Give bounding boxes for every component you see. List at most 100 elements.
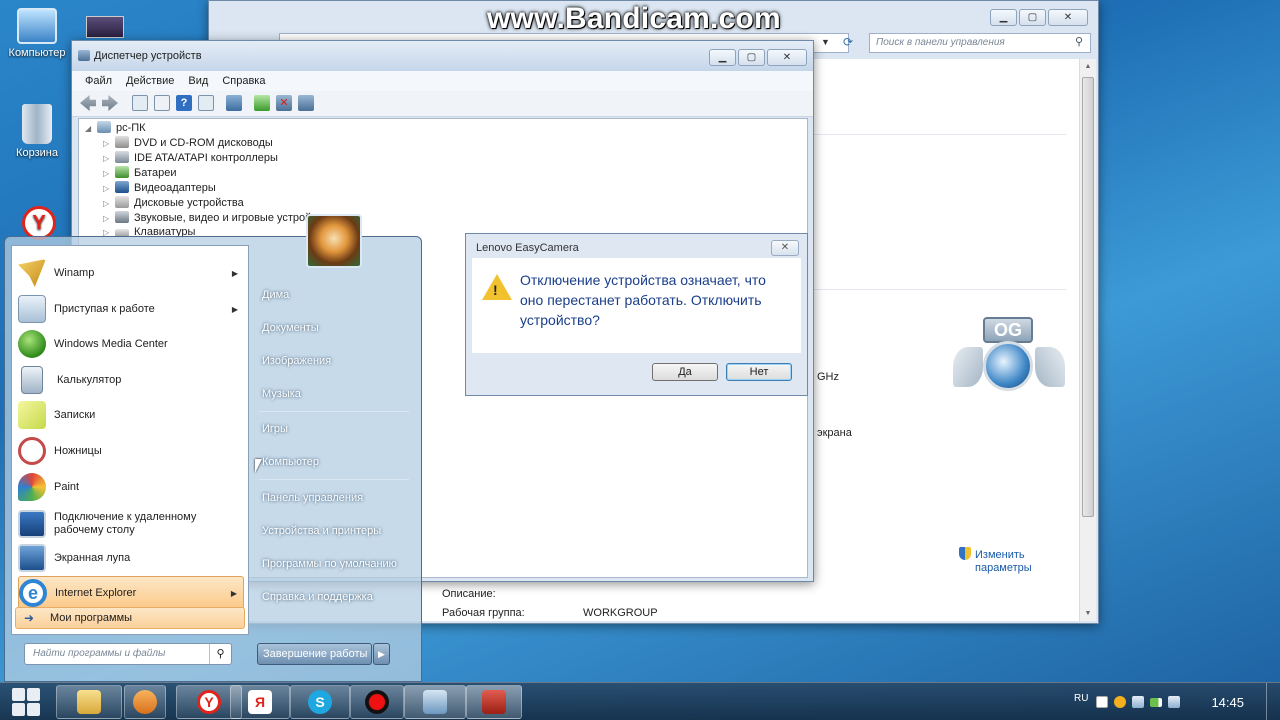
action-pane-icon[interactable] — [198, 95, 214, 111]
menu-file[interactable]: Файл — [78, 71, 119, 91]
update-driver-icon[interactable] — [254, 95, 270, 111]
maximize-button[interactable]: ▢ — [1019, 9, 1046, 26]
uninstall-icon[interactable]: ✕ — [276, 95, 292, 111]
expand-arrow-icon[interactable]: ▷ — [103, 139, 115, 148]
scroll-down-arrow[interactable]: ▼ — [1080, 610, 1096, 617]
menu-action[interactable]: Действие — [119, 71, 181, 91]
minimize-button[interactable]: ▁ — [709, 49, 736, 66]
tree-node[interactable]: ▷ DVD и CD-ROM дисководы — [103, 136, 273, 149]
taskbar-yandex[interactable]: Я — [230, 685, 290, 719]
scroll-thumb[interactable] — [1082, 77, 1094, 517]
place-computer[interactable]: Компьютер — [262, 456, 319, 468]
place-pictures[interactable]: Изображения — [262, 355, 331, 367]
place-default-programs[interactable]: Программы по умолчанию — [262, 558, 397, 570]
program-snipping-tool[interactable]: Ножницы — [18, 434, 244, 468]
place-devices-printers[interactable]: Устройства и принтеры — [262, 525, 381, 537]
place-control-panel[interactable]: Панель управления — [262, 492, 363, 504]
tree-node[interactable]: ▷ Дисковые устройства — [103, 196, 244, 209]
program-winamp[interactable]: Winamp ▶ — [18, 256, 244, 290]
control-panel-search-input[interactable]: Поиск в панели управления ⚲ — [869, 33, 1091, 53]
expand-arrow-icon[interactable]: ▷ — [103, 214, 115, 223]
shutdown-options-icon[interactable]: ▶ — [373, 643, 390, 665]
taskbar-control-panel[interactable] — [404, 685, 466, 719]
show-hide-tree-icon[interactable] — [132, 95, 148, 111]
refresh-icon[interactable]: ⟳ — [839, 35, 857, 51]
program-getting-started[interactable]: Приступая к работе ▶ — [18, 292, 244, 326]
expand-arrow-icon[interactable]: ▷ — [103, 154, 115, 163]
desktop-icon-partial[interactable] — [86, 16, 124, 38]
disable-device-icon[interactable] — [298, 95, 314, 111]
tree-node[interactable]: ▷ Батареи — [103, 166, 177, 179]
minimize-button[interactable]: ▁ — [990, 9, 1017, 26]
collapse-arrow-icon[interactable]: ◢ — [85, 124, 97, 133]
place-help-support[interactable]: Справка и поддержка — [262, 591, 373, 603]
taskbar-toolbox[interactable] — [466, 685, 522, 719]
menu-help[interactable]: Справка — [215, 71, 272, 91]
yes-button[interactable]: Да — [652, 363, 718, 381]
program-label: Записки — [54, 409, 96, 421]
close-button[interactable]: ✕ — [1048, 9, 1088, 26]
submenu-arrow-icon[interactable]: ▶ — [232, 305, 238, 314]
maximize-button[interactable]: ▢ — [738, 49, 765, 66]
program-media-center[interactable]: Windows Media Center — [18, 327, 244, 361]
clock[interactable]: 14:45 — [1211, 695, 1244, 710]
battery-icon[interactable] — [1150, 698, 1162, 707]
volume-icon[interactable] — [1168, 696, 1180, 708]
taskbar-media-player[interactable] — [124, 685, 166, 719]
place-games[interactable]: Игры — [262, 423, 288, 435]
forward-icon[interactable] — [102, 95, 118, 111]
program-paint[interactable]: Paint — [18, 470, 244, 504]
program-magnifier[interactable]: Экранная лупа — [18, 541, 244, 575]
vertical-scrollbar[interactable]: ▲ ▼ — [1079, 59, 1096, 621]
program-label: Paint — [54, 481, 80, 493]
tree-root[interactable]: ◢ pc-ПК — [85, 121, 146, 134]
yandex-browser-icon: Y — [22, 206, 56, 240]
search-icon[interactable]: ⚲ — [1070, 35, 1088, 51]
place-documents[interactable]: Документы — [262, 322, 319, 334]
program-calculator[interactable]: Калькулятор — [18, 363, 244, 397]
desktop-icon-computer[interactable]: Компьютер — [2, 8, 72, 59]
help-icon[interactable]: ? — [176, 95, 192, 111]
submenu-arrow-icon[interactable]: ▶ — [231, 589, 237, 598]
taskbar-recorder[interactable] — [350, 685, 404, 719]
close-button[interactable]: ✕ — [767, 49, 807, 66]
expand-arrow-icon[interactable]: ▷ — [103, 169, 115, 178]
no-button[interactable]: Нет — [726, 363, 792, 381]
tree-node[interactable]: ▷ Видеоадаптеры — [103, 181, 216, 194]
program-remote-desktop[interactable]: Подключение к удаленному рабочему столу — [18, 505, 244, 543]
program-internet-explorer[interactable]: e Internet Explorer ▶ — [18, 576, 244, 610]
change-settings-link[interactable]: Изменить параметры — [975, 549, 1045, 575]
dialog-close-button[interactable]: ✕ — [771, 240, 799, 256]
place-user[interactable]: Дима — [262, 289, 289, 301]
all-programs-button[interactable]: ➜ Мои программы — [15, 607, 245, 629]
flag-icon[interactable] — [1096, 696, 1108, 708]
tree-node[interactable]: ▷ IDE ATA/ATAPI контроллеры — [103, 151, 278, 164]
desktop-icon-recycle-bin[interactable]: Корзина — [2, 104, 72, 159]
address-dropdown-icon[interactable]: ▼ — [821, 37, 830, 47]
taskbar-explorer[interactable] — [56, 685, 122, 719]
program-sticky-notes[interactable]: Записки — [18, 398, 244, 432]
start-button[interactable] — [4, 685, 48, 719]
place-music[interactable]: Музыка — [262, 388, 301, 400]
user-avatar[interactable] — [306, 214, 362, 268]
expand-arrow-icon[interactable]: ▷ — [103, 199, 115, 208]
language-indicator[interactable]: RU — [1074, 693, 1088, 704]
network-icon[interactable] — [1132, 696, 1144, 708]
expand-arrow-icon[interactable]: ▷ — [103, 184, 115, 193]
scroll-up-arrow[interactable]: ▲ — [1080, 59, 1096, 70]
control-panel-icon — [423, 690, 447, 714]
alert-icon[interactable] — [1114, 696, 1126, 708]
properties-icon[interactable] — [154, 95, 170, 111]
tree-node-label: IDE ATA/ATAPI контроллеры — [134, 152, 278, 164]
back-icon[interactable] — [80, 95, 96, 111]
shutdown-button[interactable]: Завершение работы — [257, 643, 372, 665]
start-search-input[interactable]: Найти программы и файлы ⚲ — [24, 643, 232, 665]
submenu-arrow-icon[interactable]: ▶ — [232, 269, 238, 278]
device-manager-titlebar[interactable]: Диспетчер устройств ▁ ▢ ✕ — [72, 41, 813, 71]
tree-node[interactable]: ▷ Звуковые, видео и игровые устройства — [103, 211, 334, 224]
taskbar-skype[interactable]: S — [290, 685, 350, 719]
show-desktop-button[interactable] — [1266, 683, 1280, 720]
menu-view[interactable]: Вид — [181, 71, 215, 91]
search-icon[interactable]: ⚲ — [209, 644, 231, 664]
scan-hardware-icon[interactable] — [226, 95, 242, 111]
